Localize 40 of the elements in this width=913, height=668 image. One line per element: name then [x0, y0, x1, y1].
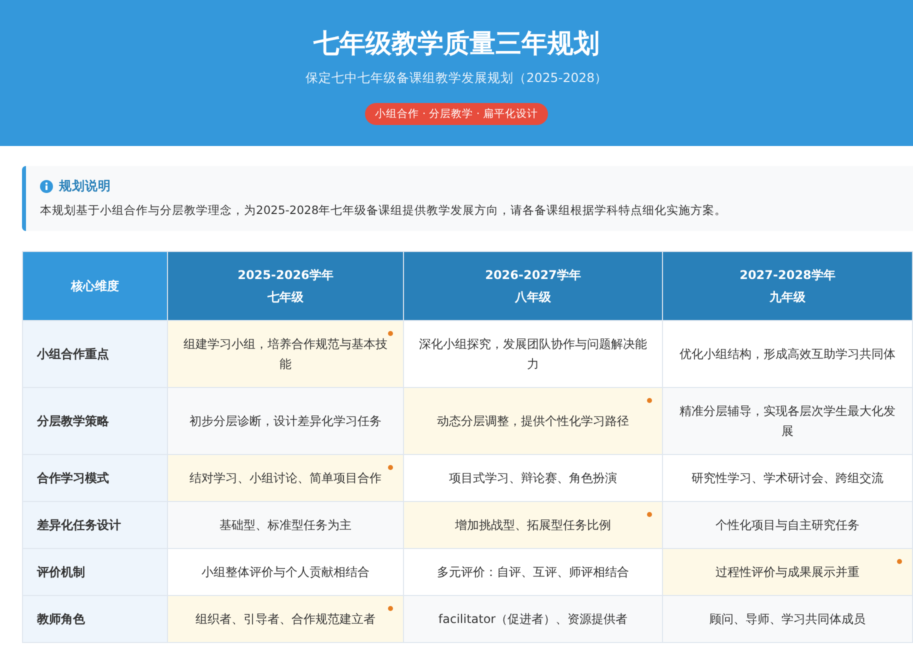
note-title: 规划说明	[59, 178, 111, 195]
table-cell: 个性化项目与自主研究任务	[662, 502, 912, 548]
highlight-dot	[388, 606, 393, 611]
table-cell: 研究性学习、学术研讨会、跨组交流	[662, 454, 912, 502]
column-header: 核心维度	[22, 252, 168, 320]
tag-badge: 小组合作 · 分层教学 · 扁平化设计	[364, 103, 548, 125]
info-icon	[40, 180, 53, 193]
table-cell: 过程性评价与成果展示并重	[662, 548, 912, 596]
table-cell: 小组整体评价与个人贡献相结合	[168, 548, 404, 596]
table-cell: 基础型、标准型任务为主	[168, 502, 404, 548]
table-cell: 动态分层调整，提供个性化学习路径	[404, 388, 662, 454]
table-cell: 初步分层诊断，设计差异化学习任务	[168, 388, 404, 454]
table-cell: 多元评价：自评、互评、师评相结合	[404, 548, 662, 596]
table-cell: 顾问、导师、学习共同体成员	[662, 596, 912, 642]
table-cell: 精准分层辅导，实现各层次学生最大化发展	[662, 388, 912, 454]
note-text: 本规划基于小组合作与分层教学理念，为2025-2028年七年级备课组提供教学发展方向，请各备课组根据学科特点细化实施方案。	[40, 202, 728, 219]
table-cell: 结对学习、小组讨论、简单项目合作	[168, 454, 404, 502]
row-header: 差异化任务设计	[22, 502, 168, 548]
column-header: 2027-2028学年 九年级	[662, 252, 912, 320]
table-cell: facilitator（促进者）、资源提供者	[404, 596, 662, 642]
highlight-dot	[647, 398, 652, 403]
highlight-dot	[388, 331, 393, 336]
row-header: 评价机制	[22, 548, 168, 596]
table-cell: 增加挑战型、拓展型任务比例	[404, 502, 662, 548]
row-header: 合作学习模式	[22, 454, 168, 502]
table-cell: 深化小组探究，发展团队协作与问题解决能力	[404, 320, 662, 388]
table-cell: 项目式学习、辩论赛、角色扮演	[404, 454, 662, 502]
highlight-dot	[388, 465, 393, 470]
row-header: 教师角色	[22, 596, 168, 642]
row-header: 分层教学策略	[22, 388, 168, 454]
row-header: 小组合作重点	[22, 320, 168, 388]
column-header: 2025-2026学年 七年级	[168, 252, 404, 320]
highlight-dot	[647, 512, 652, 517]
page-subtitle: 保定七中七年级备课组教学发展规划（2025-2028）	[305, 70, 608, 87]
table-cell: 组织者、引导者、合作规范建立者	[168, 596, 404, 642]
table-cell: 组建学习小组，培养合作规范与基本技能	[168, 320, 404, 388]
page-title: 七年级教学质量三年规划	[314, 28, 600, 61]
table-cell: 优化小组结构，形成高效互助学习共同体	[662, 320, 912, 388]
highlight-dot	[897, 559, 902, 564]
column-header: 2026-2027学年 八年级	[404, 252, 662, 320]
